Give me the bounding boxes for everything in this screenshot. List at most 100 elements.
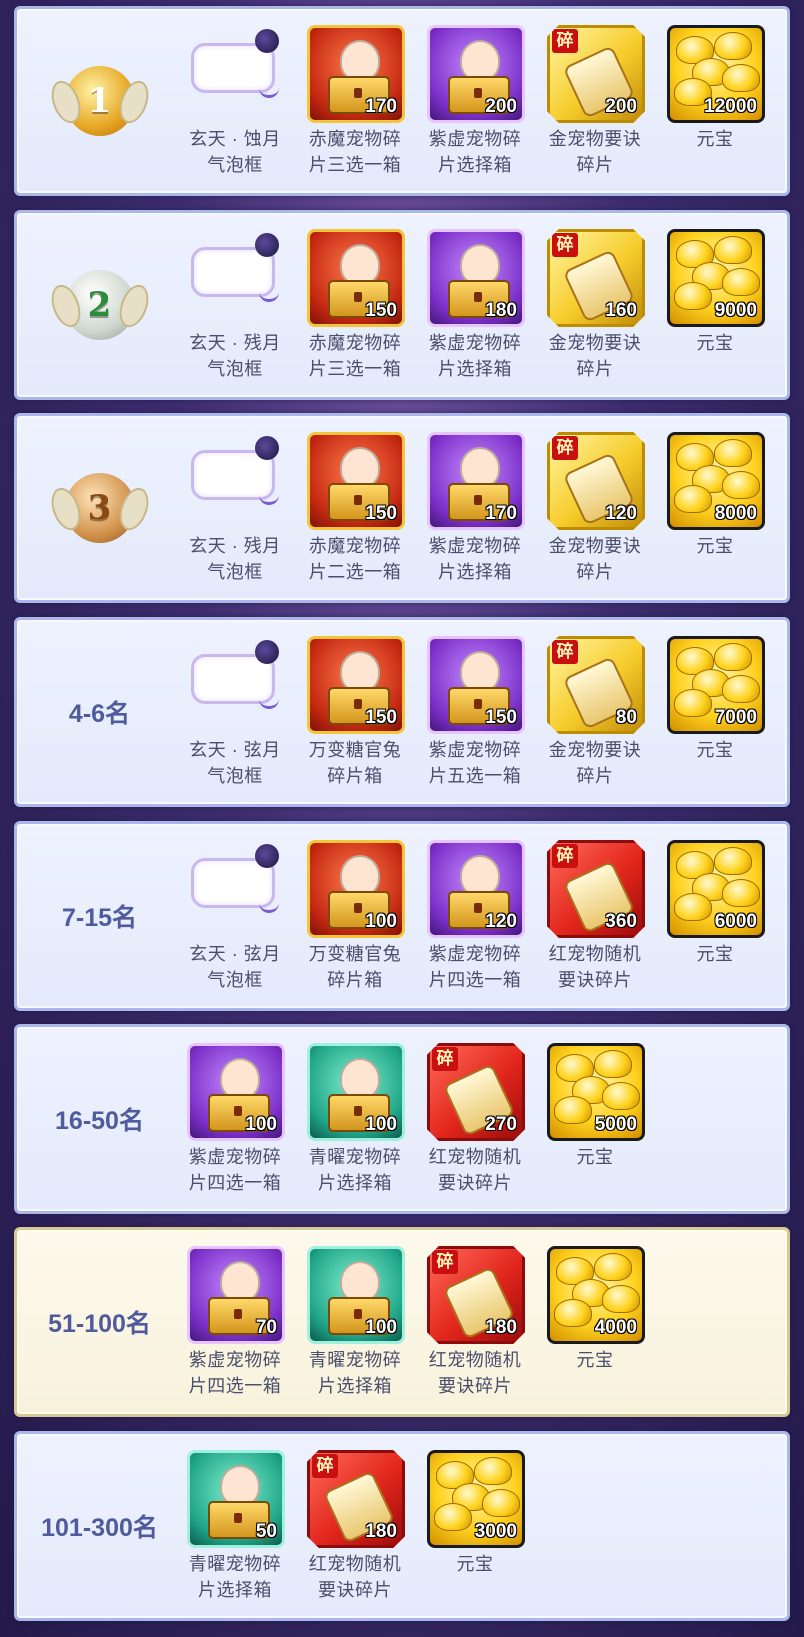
teal-chest-icon[interactable]: 100	[307, 1043, 405, 1141]
item-name: 万变糖官兔 碎片箱	[308, 944, 402, 990]
ingot-shape-icon	[602, 1082, 640, 1110]
rank-cell: 51-100名	[17, 1230, 182, 1414]
gold-ingot-icon[interactable]: 4000	[547, 1246, 645, 1344]
reward-item[interactable]: 碎 270 红宠物随机 要诀碎片	[413, 1027, 533, 1211]
medal-wing-icon	[45, 483, 86, 535]
reward-item[interactable]: 玄天 · 蚀月 气泡框	[173, 9, 293, 193]
item-name: 元宝	[696, 333, 734, 353]
rank-label: 16-50名	[55, 1107, 144, 1135]
reward-item[interactable]: 碎 80 金宠物要诀 碎片	[533, 620, 653, 804]
reward-item[interactable]: 100 青曜宠物碎 片选择箱	[293, 1027, 413, 1211]
item-name: 元宝	[696, 536, 734, 556]
purple-chest-icon[interactable]: 180	[427, 229, 525, 327]
medal-wing-icon	[45, 280, 86, 332]
purple-chest-icon[interactable]: 150	[427, 636, 525, 734]
red-chest-icon[interactable]: 150	[307, 229, 405, 327]
reward-item[interactable]: 碎 160 金宠物要诀 碎片	[533, 213, 653, 397]
reward-item[interactable]: 碎 200 金宠物要诀 碎片	[533, 9, 653, 193]
reward-item[interactable]: 170 紫虚宠物碎 片选择箱	[413, 416, 533, 600]
red-chest-icon[interactable]: 150	[307, 636, 405, 734]
item-name: 红宠物随机 要诀碎片	[548, 944, 642, 990]
reward-item[interactable]: 50 青曜宠物碎 片选择箱	[173, 1434, 293, 1618]
reward-item[interactable]: 100 紫虚宠物碎 片四选一箱	[173, 1027, 293, 1211]
medal-wing-icon	[113, 483, 154, 535]
gold-scroll-fragment-icon[interactable]: 碎 200	[547, 25, 645, 123]
reward-item[interactable]: 200 紫虚宠物碎 片选择箱	[413, 9, 533, 193]
reward-items: 玄天 · 残月 气泡框 150 赤魔宠物碎 片二选一箱 170 紫虚宠物碎 片选择箱碎 1…	[173, 416, 773, 600]
purple-chest-icon[interactable]: 200	[427, 25, 525, 123]
reward-item[interactable]: 碎 180 红宠物随机 要诀碎片	[413, 1230, 533, 1414]
red-scroll-fragment-icon[interactable]: 碎 270	[427, 1043, 525, 1141]
gold-ingot-icon[interactable]: 12000	[667, 25, 765, 123]
red-chest-icon[interactable]: 100	[307, 840, 405, 938]
item-name: 玄天 · 蚀月 气泡框	[189, 129, 281, 175]
reward-item[interactable]: 玄天 · 残月 气泡框	[173, 213, 293, 397]
reward-item[interactable]: 7000 元宝	[653, 620, 773, 804]
reward-item[interactable]: 玄天 · 弦月 气泡框	[173, 620, 293, 804]
gold-ingot-icon[interactable]: 7000	[667, 636, 765, 734]
medal-wing-icon	[113, 280, 154, 332]
reward-item[interactable]: 150 万变糖官兔 碎片箱	[293, 620, 413, 804]
reward-item[interactable]: 9000 元宝	[653, 213, 773, 397]
item-quantity: 70	[255, 1317, 277, 1338]
reward-item[interactable]: 3000 元宝	[413, 1434, 533, 1618]
teal-chest-icon[interactable]: 100	[307, 1246, 405, 1344]
swirl-icon	[259, 81, 279, 98]
reward-item[interactable]: 100 万变糖官兔 碎片箱	[293, 824, 413, 1008]
reward-item[interactable]: 6000 元宝	[653, 824, 773, 1008]
gold-ingot-icon[interactable]: 8000	[667, 432, 765, 530]
reward-items: 70 紫虚宠物碎 片四选一箱 100 青曜宠物碎 片选择箱 碎 180 红宠物随机 要诀碎片…	[173, 1230, 653, 1414]
red-chest-icon[interactable]: 150	[307, 432, 405, 530]
purple-chest-icon[interactable]: 170	[427, 432, 525, 530]
item-quantity: 160	[605, 300, 637, 321]
rank-label: 101-300名	[41, 1514, 158, 1542]
gold-ingot-icon[interactable]: 9000	[667, 229, 765, 327]
reward-item[interactable]: 180 紫虚宠物碎 片选择箱	[413, 213, 533, 397]
reward-item[interactable]: 玄天 · 弦月 气泡框	[173, 824, 293, 1008]
rank-label: 7-15名	[61, 904, 138, 932]
gold-scroll-fragment-icon[interactable]: 碎 80	[547, 636, 645, 734]
item-name: 青曜宠物碎 片选择箱	[308, 1350, 402, 1396]
item-name: 元宝	[576, 1350, 614, 1370]
rank-cell: 2	[17, 213, 182, 397]
gold-scroll-fragment-icon[interactable]: 碎 120	[547, 432, 645, 530]
rank-medal-icon: 2	[45, 270, 154, 340]
red-scroll-fragment-icon[interactable]: 碎 360	[547, 840, 645, 938]
reward-item[interactable]: 120 紫虚宠物碎 片四选一箱	[413, 824, 533, 1008]
reward-item[interactable]: 170 赤魔宠物碎 片三选一箱	[293, 9, 413, 193]
reward-item[interactable]: 150 赤魔宠物碎 片三选一箱	[293, 213, 413, 397]
fragment-tag-icon: 碎	[552, 844, 578, 868]
reward-item[interactable]: 12000 元宝	[653, 9, 773, 193]
red-chest-icon[interactable]: 170	[307, 25, 405, 123]
rank-medal-number: 1	[87, 81, 112, 121]
teal-chest-icon[interactable]: 50	[187, 1450, 285, 1548]
item-name: 金宠物要诀 碎片	[548, 333, 642, 379]
reward-item[interactable]: 碎 360 红宠物随机 要诀碎片	[533, 824, 653, 1008]
reward-item[interactable]: 4000 元宝	[533, 1230, 653, 1414]
purple-chest-icon[interactable]: 70	[187, 1246, 285, 1344]
reward-item[interactable]: 碎 180 红宠物随机 要诀碎片	[293, 1434, 413, 1618]
reward-item[interactable]: 150 赤魔宠物碎 片二选一箱	[293, 416, 413, 600]
reward-row: 7-15名 玄天 · 弦月 气泡框 100 万变糖官兔 碎片箱 120 紫虚宠物碎 片四选…	[14, 821, 790, 1011]
red-scroll-fragment-icon[interactable]: 碎 180	[427, 1246, 525, 1344]
reward-item[interactable]: 150 紫虚宠物碎 片五选一箱	[413, 620, 533, 804]
purple-chest-icon[interactable]: 120	[427, 840, 525, 938]
item-quantity: 180	[365, 1521, 397, 1542]
reward-item[interactable]: 8000 元宝	[653, 416, 773, 600]
gold-ingot-icon[interactable]: 6000	[667, 840, 765, 938]
item-name: 青曜宠物碎 片选择箱	[188, 1554, 282, 1600]
item-name: 红宠物随机 要诀碎片	[428, 1350, 522, 1396]
reward-item[interactable]: 玄天 · 残月 气泡框	[173, 416, 293, 600]
purple-chest-icon[interactable]: 100	[187, 1043, 285, 1141]
gold-scroll-fragment-icon[interactable]: 碎 160	[547, 229, 645, 327]
reward-item[interactable]: 100 青曜宠物碎 片选择箱	[293, 1230, 413, 1414]
reward-item[interactable]: 70 紫虚宠物碎 片四选一箱	[173, 1230, 293, 1414]
gold-ingot-icon[interactable]: 3000	[427, 1450, 525, 1548]
red-scroll-fragment-icon[interactable]: 碎 180	[307, 1450, 405, 1548]
rank-label: 4-6名	[68, 700, 131, 728]
gold-ingot-icon[interactable]: 5000	[547, 1043, 645, 1141]
reward-item[interactable]: 碎 120 金宠物要诀 碎片	[533, 416, 653, 600]
item-name: 紫虚宠物碎 片四选一箱	[428, 944, 522, 990]
medal-wing-icon	[113, 76, 154, 128]
reward-item[interactable]: 5000 元宝	[533, 1027, 653, 1211]
